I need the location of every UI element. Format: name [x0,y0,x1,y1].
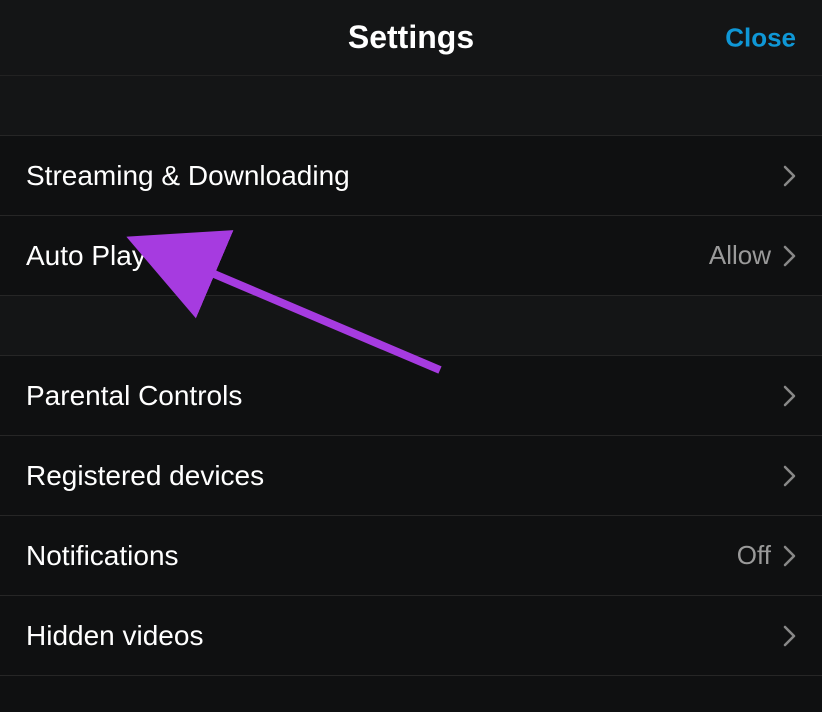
row-right: Off [737,540,796,571]
chevron-right-icon [783,245,796,267]
row-label: Notifications [26,540,179,572]
row-auto-play[interactable]: Auto Play Allow [0,216,822,296]
chevron-right-icon [783,545,796,567]
row-streaming-downloading[interactable]: Streaming & Downloading [0,136,822,216]
row-right: Allow [709,240,796,271]
row-parental-controls[interactable]: Parental Controls [0,356,822,436]
row-label: Registered devices [26,460,264,492]
chevron-right-icon [783,465,796,487]
row-right [771,625,796,647]
row-right [771,165,796,187]
row-registered-devices[interactable]: Registered devices [0,436,822,516]
settings-section-2: Parental Controls Registered devices Not… [0,356,822,676]
section-gap [0,76,822,136]
section-gap [0,296,822,356]
row-value: Allow [709,240,771,271]
row-hidden-videos[interactable]: Hidden videos [0,596,822,676]
row-value: Off [737,540,771,571]
row-right [771,385,796,407]
chevron-right-icon [783,385,796,407]
settings-header: Settings Close [0,0,822,76]
close-button[interactable]: Close [725,22,796,53]
row-label: Auto Play [26,240,146,272]
page-title: Settings [348,19,474,56]
chevron-right-icon [783,625,796,647]
row-label: Streaming & Downloading [26,160,350,192]
row-label: Parental Controls [26,380,242,412]
row-notifications[interactable]: Notifications Off [0,516,822,596]
chevron-right-icon [783,165,796,187]
row-label: Hidden videos [26,620,203,652]
row-right [771,465,796,487]
settings-section-1: Streaming & Downloading Auto Play Allow [0,136,822,296]
